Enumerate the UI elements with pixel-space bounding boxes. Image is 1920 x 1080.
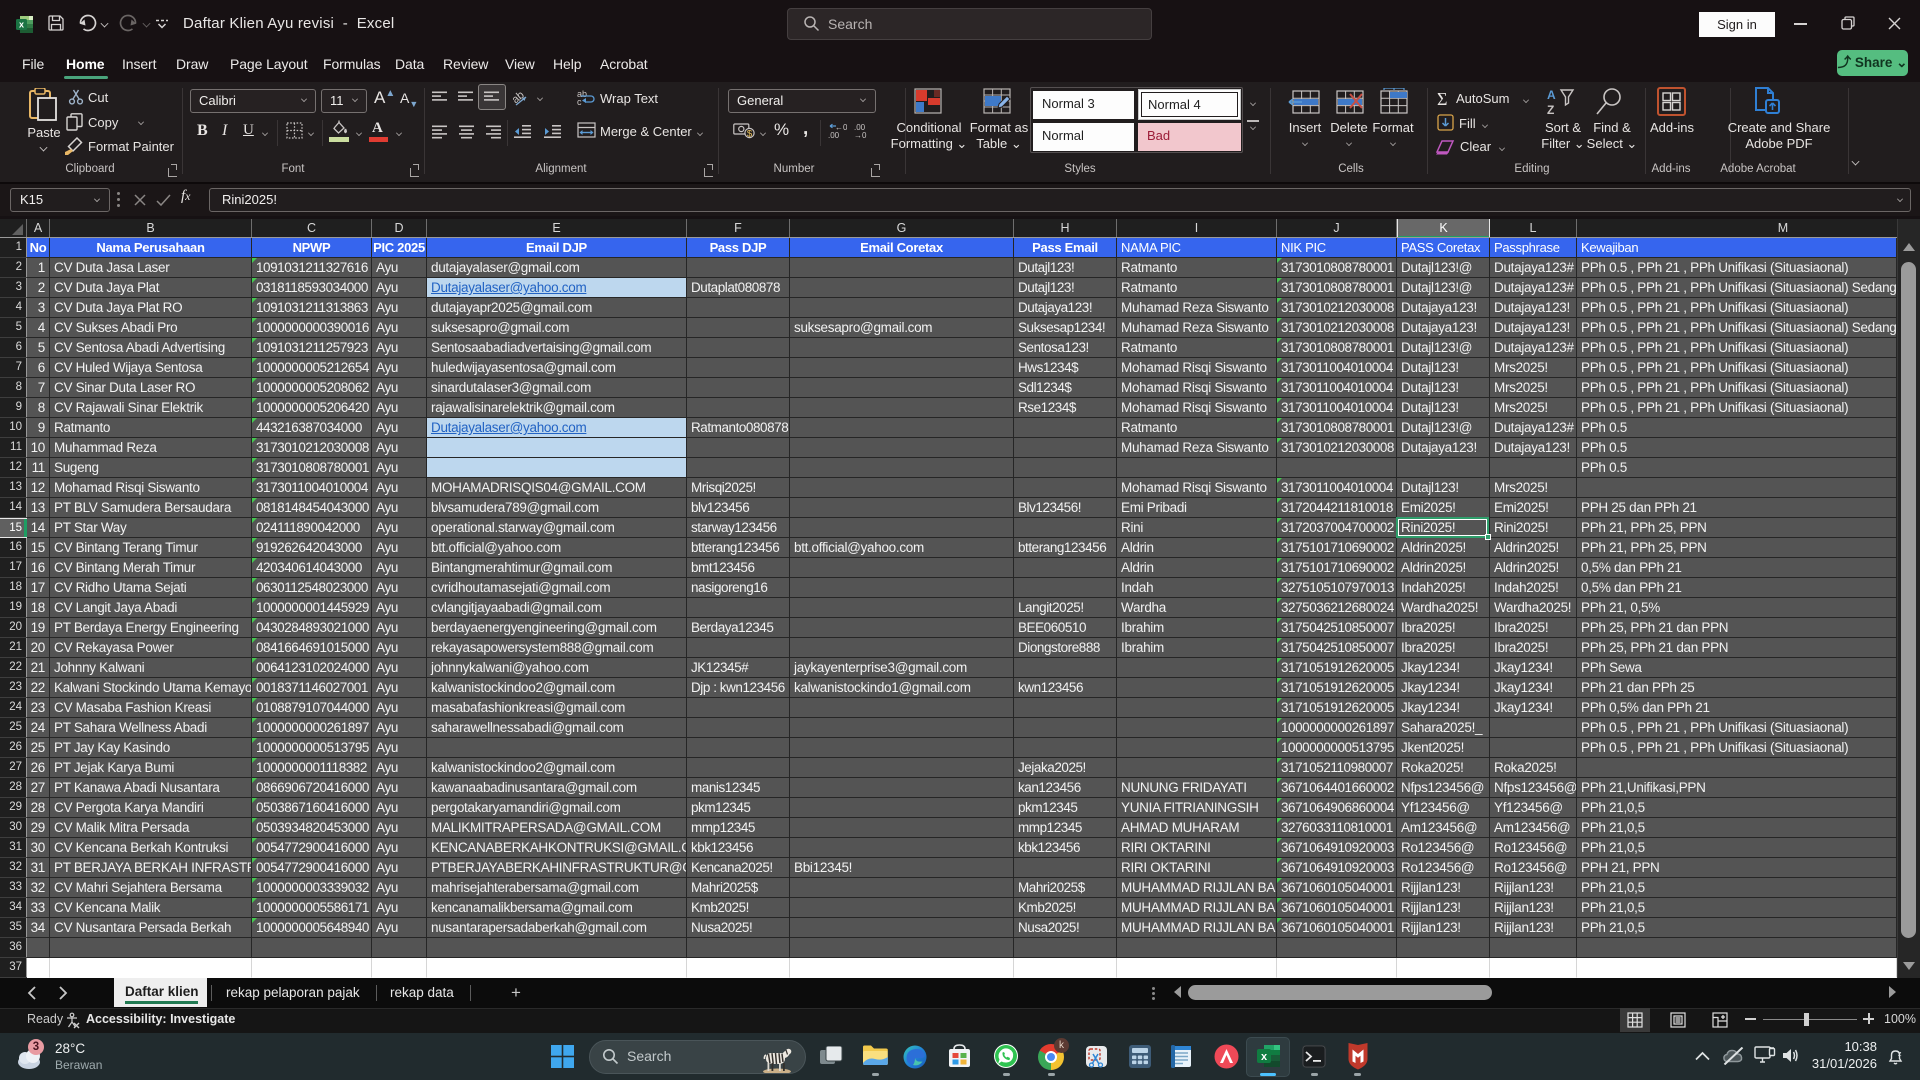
svg-text:.00: .00 <box>828 131 840 139</box>
svg-text:z: z <box>1898 1051 1902 1058</box>
svg-text:→0: →0 <box>854 131 867 139</box>
svg-text:A: A <box>1547 88 1556 102</box>
svg-text:Z: Z <box>1547 103 1554 117</box>
svg-text:x: x <box>1261 1051 1268 1063</box>
svg-text:c: c <box>577 97 582 106</box>
svg-text:x: x <box>19 20 24 30</box>
svg-text:$: $ <box>747 129 753 139</box>
